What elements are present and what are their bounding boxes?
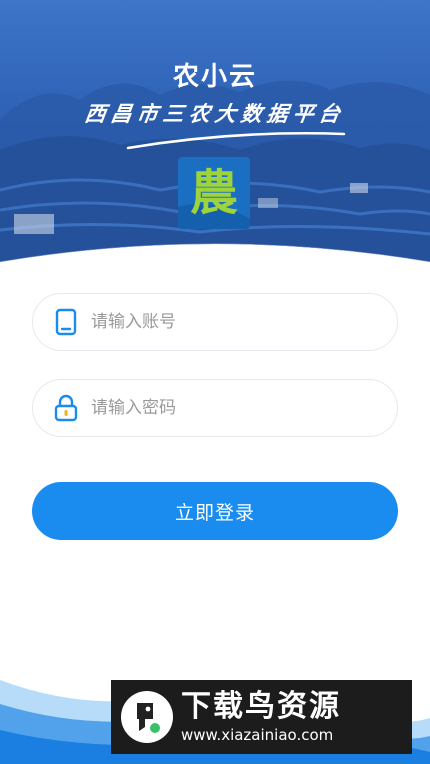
watermark-banner: 下载鸟资源 www.xiazainiao.com [111,680,412,754]
account-input[interactable] [91,312,371,332]
login-button[interactable]: 立即登录 [32,482,398,540]
watermark-title: 下载鸟资源 [181,689,341,724]
app-title: 农小云 [172,62,257,92]
app-subtitle: 西昌市三农大数据平台 [83,102,347,126]
lock-icon [51,393,81,423]
app-logo: 農 [178,157,250,229]
password-field[interactable] [32,379,398,437]
subtitle-swoosh [126,132,346,150]
account-field[interactable] [32,293,398,351]
header-banner: 农小云 西昌市三农大数据平台 農 [0,0,430,290]
phone-icon [51,307,81,337]
watermark-url: www.xiazainiao.com [181,726,334,744]
bird-logo-icon [121,691,173,743]
logo-char: 農 [190,165,238,221]
password-input[interactable] [91,398,371,418]
